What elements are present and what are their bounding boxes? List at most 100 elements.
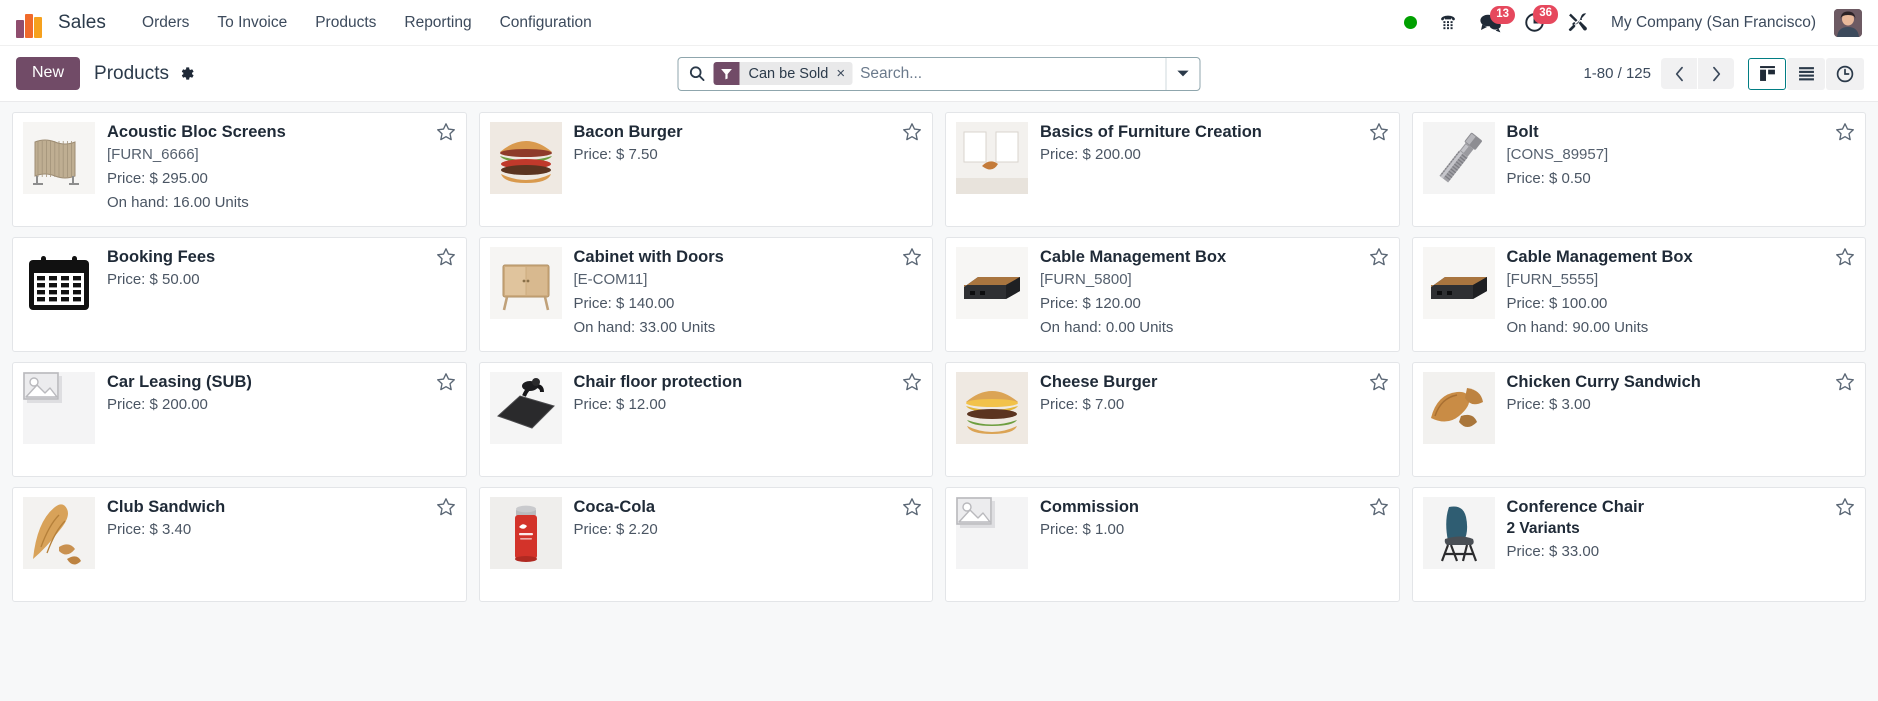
search-facet-can-be-sold[interactable]: Can be Sold ×: [713, 62, 853, 85]
product-card[interactable]: Chair floor protection Price: $ 12.00: [473, 357, 940, 482]
product-card-body[interactable]: Conference Chair 2 Variants Price: $ 33.00: [1411, 487, 1866, 602]
user-avatar[interactable]: [1834, 8, 1862, 37]
product-card[interactable]: Club Sandwich Price: $ 3.40: [6, 482, 473, 607]
app-name[interactable]: Sales: [58, 12, 106, 34]
product-variant-count: 2 Variants: [1506, 519, 1580, 537]
product-details: Cable Management Box [FURN_5555] Price: $ …: [1507, 247, 1856, 343]
product-card[interactable]: Acoustic Bloc Screens [FURN_6666] Price: $…: [6, 107, 473, 232]
facet-remove-icon[interactable]: ×: [836, 66, 845, 81]
product-favorite-toggle[interactable]: [1369, 122, 1389, 147]
activities-badge-count: 36: [1533, 5, 1558, 24]
product-card-body[interactable]: Car Leasing (SUB) Price: $ 200.00: [12, 362, 467, 477]
product-card-body[interactable]: Commission Price: $ 1.00: [945, 487, 1400, 602]
product-card-body[interactable]: Chicken Curry Sandwich Price: $ 3.00: [1411, 362, 1866, 477]
company-switcher[interactable]: My Company (San Francisco): [1601, 9, 1826, 37]
product-thumbnail: [956, 372, 1028, 444]
product-name: Acoustic Bloc Screens: [107, 123, 286, 141]
product-name: Club Sandwich: [107, 498, 226, 516]
product-name: Conference Chair: [1506, 498, 1645, 516]
view-switcher-activity[interactable]: [1826, 57, 1864, 90]
gear-icon[interactable]: [178, 65, 195, 82]
product-details: Bacon Burger Price: $ 7.50: [574, 122, 923, 218]
product-card-body[interactable]: Booking Fees Price: $ 50.00: [12, 237, 467, 352]
product-favorite-toggle[interactable]: [1835, 247, 1855, 272]
product-image-bolt: [1422, 122, 1495, 194]
product-favorite-toggle[interactable]: [436, 372, 456, 397]
product-details: Basics of Furniture Creation Price: $ 200…: [1040, 122, 1389, 218]
product-card-body[interactable]: Club Sandwich Price: $ 3.40: [12, 487, 467, 602]
product-favorite-toggle[interactable]: [902, 497, 922, 522]
menu-item-orders[interactable]: Orders: [128, 8, 203, 38]
menu-item-products[interactable]: Products: [301, 8, 390, 38]
product-card[interactable]: Basics of Furniture Creation Price: $ 200…: [939, 107, 1406, 232]
pager-counter[interactable]: 1-80 / 125: [1583, 65, 1651, 82]
product-card-body[interactable]: Chair floor protection Price: $ 12.00: [478, 362, 933, 477]
search-input[interactable]: [852, 64, 1166, 83]
product-favorite-toggle[interactable]: [436, 122, 456, 147]
product-favorite-toggle[interactable]: [902, 247, 922, 272]
product-name: Car Leasing (SUB): [107, 373, 252, 391]
product-card-body[interactable]: Bolt [CONS_89957] Price: $ 0.50: [1411, 112, 1866, 227]
product-card[interactable]: Conference Chair 2 Variants Price: $ 33.00: [1406, 482, 1873, 607]
product-favorite-toggle[interactable]: [1369, 372, 1389, 397]
menu-item-reporting[interactable]: Reporting: [390, 8, 485, 38]
developer-tools-button[interactable]: [1558, 7, 1597, 38]
product-favorite-toggle[interactable]: [1835, 122, 1855, 147]
product-price: Price: $ 120.00: [1040, 294, 1141, 312]
product-card[interactable]: Bolt [CONS_89957] Price: $ 0.50: [1406, 107, 1873, 232]
product-favorite-toggle[interactable]: [1369, 497, 1389, 522]
view-switcher-kanban[interactable]: [1748, 57, 1786, 90]
avatar-image: [1834, 8, 1862, 37]
product-card-body[interactable]: Cable Management Box [FURN_5800] Price: $ …: [945, 237, 1400, 352]
pager-next-button[interactable]: [1698, 58, 1734, 89]
product-card-body[interactable]: Basics of Furniture Creation Price: $ 200…: [945, 112, 1400, 227]
product-card[interactable]: Cable Management Box [FURN_5555] Price: $ …: [1406, 232, 1873, 357]
menu-item-to-invoice[interactable]: To Invoice: [203, 8, 301, 38]
product-card-body[interactable]: Acoustic Bloc Screens [FURN_6666] Price: $…: [12, 112, 467, 227]
product-card[interactable]: Coca-Cola Price: $ 2.20: [473, 482, 940, 607]
messages-button[interactable]: 13: [1471, 5, 1515, 38]
product-card[interactable]: Cheese Burger Price: $ 7.00: [939, 357, 1406, 482]
product-favorite-toggle[interactable]: [902, 372, 922, 397]
product-card-body[interactable]: Cheese Burger Price: $ 7.00: [945, 362, 1400, 477]
product-price: Price: $ 50.00: [107, 270, 200, 288]
product-favorite-toggle[interactable]: [1835, 497, 1855, 522]
product-card[interactable]: Cabinet with Doors [E-COM11] Price: $ 140.…: [473, 232, 940, 357]
product-favorite-toggle[interactable]: [1835, 372, 1855, 397]
pager-previous-button[interactable]: [1661, 58, 1697, 89]
control-panel-right: 1-80 / 125: [1583, 57, 1864, 90]
product-card-body[interactable]: Bacon Burger Price: $ 7.50: [478, 112, 933, 227]
product-card[interactable]: Bacon Burger Price: $ 7.50: [473, 107, 940, 232]
presence-status-indicator[interactable]: [1396, 12, 1425, 33]
chevron-right-icon: [1712, 66, 1720, 81]
odoo-logo-icon[interactable]: [16, 8, 46, 38]
favorite-star-icon: [1836, 373, 1854, 391]
product-details: Chair floor protection Price: $ 12.00: [574, 372, 923, 468]
product-details: Commission Price: $ 1.00: [1040, 497, 1389, 593]
product-name: Bolt: [1506, 123, 1539, 141]
search-dropdown-toggle[interactable]: [1165, 57, 1200, 90]
activities-button[interactable]: 36: [1515, 5, 1558, 38]
favorite-star-icon: [1369, 123, 1388, 141]
product-image-placeholder: [956, 497, 1028, 569]
product-favorite-toggle[interactable]: [1369, 247, 1389, 272]
product-card-body[interactable]: Coca-Cola Price: $ 2.20: [478, 487, 933, 602]
product-card[interactable]: Car Leasing (SUB) Price: $ 200.00: [6, 357, 473, 482]
product-image-cabinet: [489, 247, 562, 319]
product-price: Price: $ 3.40: [107, 520, 192, 538]
product-card[interactable]: Commission Price: $ 1.00: [939, 482, 1406, 607]
product-price: Price: $ 100.00: [1506, 294, 1608, 312]
product-favorite-toggle[interactable]: [436, 497, 456, 522]
product-card-body[interactable]: Cabinet with Doors [E-COM11] Price: $ 140.…: [478, 237, 933, 352]
menu-item-configuration[interactable]: Configuration: [486, 8, 606, 38]
product-card-body[interactable]: Cable Management Box [FURN_5555] Price: $ …: [1411, 237, 1866, 352]
new-record-button[interactable]: New: [16, 57, 81, 90]
product-card[interactable]: Booking Fees Price: $ 50.00: [6, 232, 473, 357]
product-card[interactable]: Chicken Curry Sandwich Price: $ 3.00: [1406, 357, 1873, 482]
view-switcher-list[interactable]: [1787, 57, 1825, 90]
voip-phone-button[interactable]: [1429, 8, 1467, 38]
product-card[interactable]: Cable Management Box [FURN_5800] Price: $ …: [939, 232, 1406, 357]
product-price: Price: $ 12.00: [573, 395, 667, 413]
product-favorite-toggle[interactable]: [902, 122, 922, 147]
product-favorite-toggle[interactable]: [436, 247, 456, 272]
